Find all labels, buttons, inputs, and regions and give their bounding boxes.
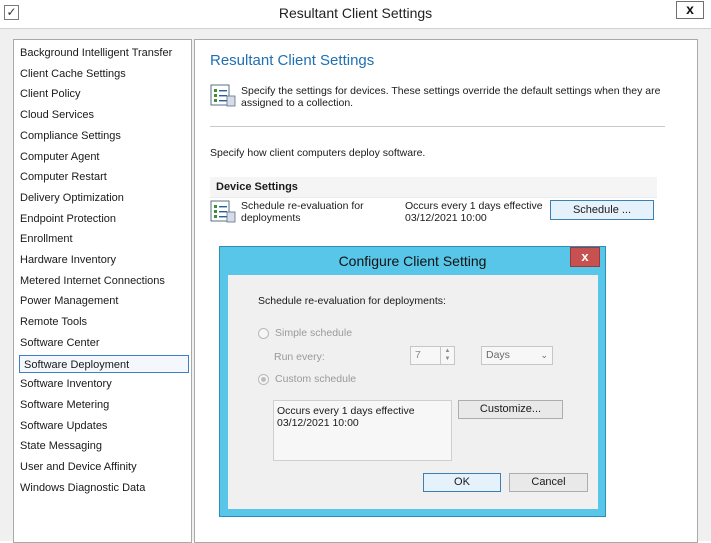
run-every-stepper[interactable]: 7 ▲ ▼ — [410, 346, 455, 365]
nav-item-background-intelligent-transfer[interactable]: Background Intelligent Transfer — [20, 44, 184, 62]
nav-item-endpoint-protection[interactable]: Endpoint Protection — [20, 210, 184, 228]
nav-item-remote-tools[interactable]: Remote Tools — [20, 313, 184, 331]
nav-item-client-policy[interactable]: Client Policy — [20, 85, 184, 103]
dialog-title: Configure Client Setting — [338, 253, 487, 269]
nav-item-software-center[interactable]: Software Center — [20, 334, 184, 352]
configure-client-setting-dialog: Configure Client Setting x Schedule re-e… — [219, 246, 606, 517]
window-close-button[interactable]: x — [676, 1, 704, 19]
nav-item-software-updates[interactable]: Software Updates — [20, 417, 184, 435]
nav-item-power-management[interactable]: Power Management — [20, 292, 184, 310]
nav-item-windows-diagnostic-data[interactable]: Windows Diagnostic Data — [20, 479, 184, 497]
dialog-heading: Schedule re-evaluation for deployments: — [258, 295, 446, 307]
nav-item-hardware-inventory[interactable]: Hardware Inventory — [20, 251, 184, 269]
device-settings-header: Device Settings — [210, 177, 657, 198]
nav-item-computer-restart[interactable]: Computer Restart — [20, 168, 184, 186]
schedule-summary-box: Occurs every 1 days effective 03/12/2021… — [273, 400, 452, 461]
settings-nav-list: Background Intelligent Transfer Client Ca… — [13, 39, 192, 543]
simple-schedule-label: Simple schedule — [275, 327, 353, 339]
simple-schedule-radio[interactable] — [258, 328, 269, 339]
schedule-summary-text: Occurs every 1 days effective 03/12/2021… — [277, 405, 415, 429]
ok-button[interactable]: OK — [423, 473, 501, 492]
nav-item-software-deployment[interactable]: Software Deployment — [19, 354, 189, 373]
custom-schedule-radio[interactable] — [258, 374, 269, 385]
setting-row-icon — [210, 200, 236, 223]
run-every-unit-value: Days — [486, 349, 510, 361]
dialog-close-button[interactable]: x — [570, 247, 600, 267]
setting-value: Occurs every 1 days effective 03/12/2021… — [405, 200, 543, 224]
settings-list-icon — [210, 84, 236, 107]
nav-item-delivery-optimization[interactable]: Delivery Optimization — [20, 189, 184, 207]
page-description: Specify the settings for devices. These … — [241, 85, 661, 109]
custom-schedule-label: Custom schedule — [275, 373, 357, 385]
nav-item-software-inventory[interactable]: Software Inventory — [20, 375, 184, 393]
run-every-value: 7 — [415, 349, 421, 361]
page-title: Resultant Client Settings — [210, 52, 375, 69]
customize-button[interactable]: Customize... — [458, 400, 563, 419]
nav-item-cloud-services[interactable]: Cloud Services — [20, 106, 184, 124]
dialog-body: Schedule re-evaluation for deployments: … — [228, 275, 598, 509]
nav-item-client-cache-settings[interactable]: Client Cache Settings — [20, 65, 184, 83]
nav-item-enrollment[interactable]: Enrollment — [20, 230, 184, 248]
run-every-label: Run every: — [274, 351, 325, 363]
nav-item-computer-agent[interactable]: Computer Agent — [20, 148, 184, 166]
schedule-button[interactable]: Schedule ... — [550, 200, 654, 220]
stepper-arrows-icon[interactable]: ▲ ▼ — [440, 347, 454, 364]
chevron-down-icon: ⌄ — [540, 350, 548, 360]
nav-item-user-and-device-affinity[interactable]: User and Device Affinity — [20, 458, 184, 476]
title-bar: ✓ Resultant Client Settings x — [0, 0, 711, 29]
cancel-button[interactable]: Cancel — [509, 473, 588, 492]
nav-item-compliance-settings[interactable]: Compliance Settings — [20, 127, 184, 145]
window-title: Resultant Client Settings — [278, 5, 433, 21]
content-divider — [210, 126, 665, 127]
deploy-description: Specify how client computers deploy soft… — [210, 147, 426, 159]
nav-item-software-metering[interactable]: Software Metering — [20, 396, 184, 414]
run-every-unit-select[interactable]: Days ⌄ — [481, 346, 553, 365]
nav-item-metered-internet-connections[interactable]: Metered Internet Connections — [20, 272, 184, 290]
nav-item-state-messaging[interactable]: State Messaging — [20, 437, 184, 455]
device-settings-label: Device Settings — [216, 181, 298, 193]
setting-name: Schedule re-evaluation for deployments — [241, 200, 364, 224]
